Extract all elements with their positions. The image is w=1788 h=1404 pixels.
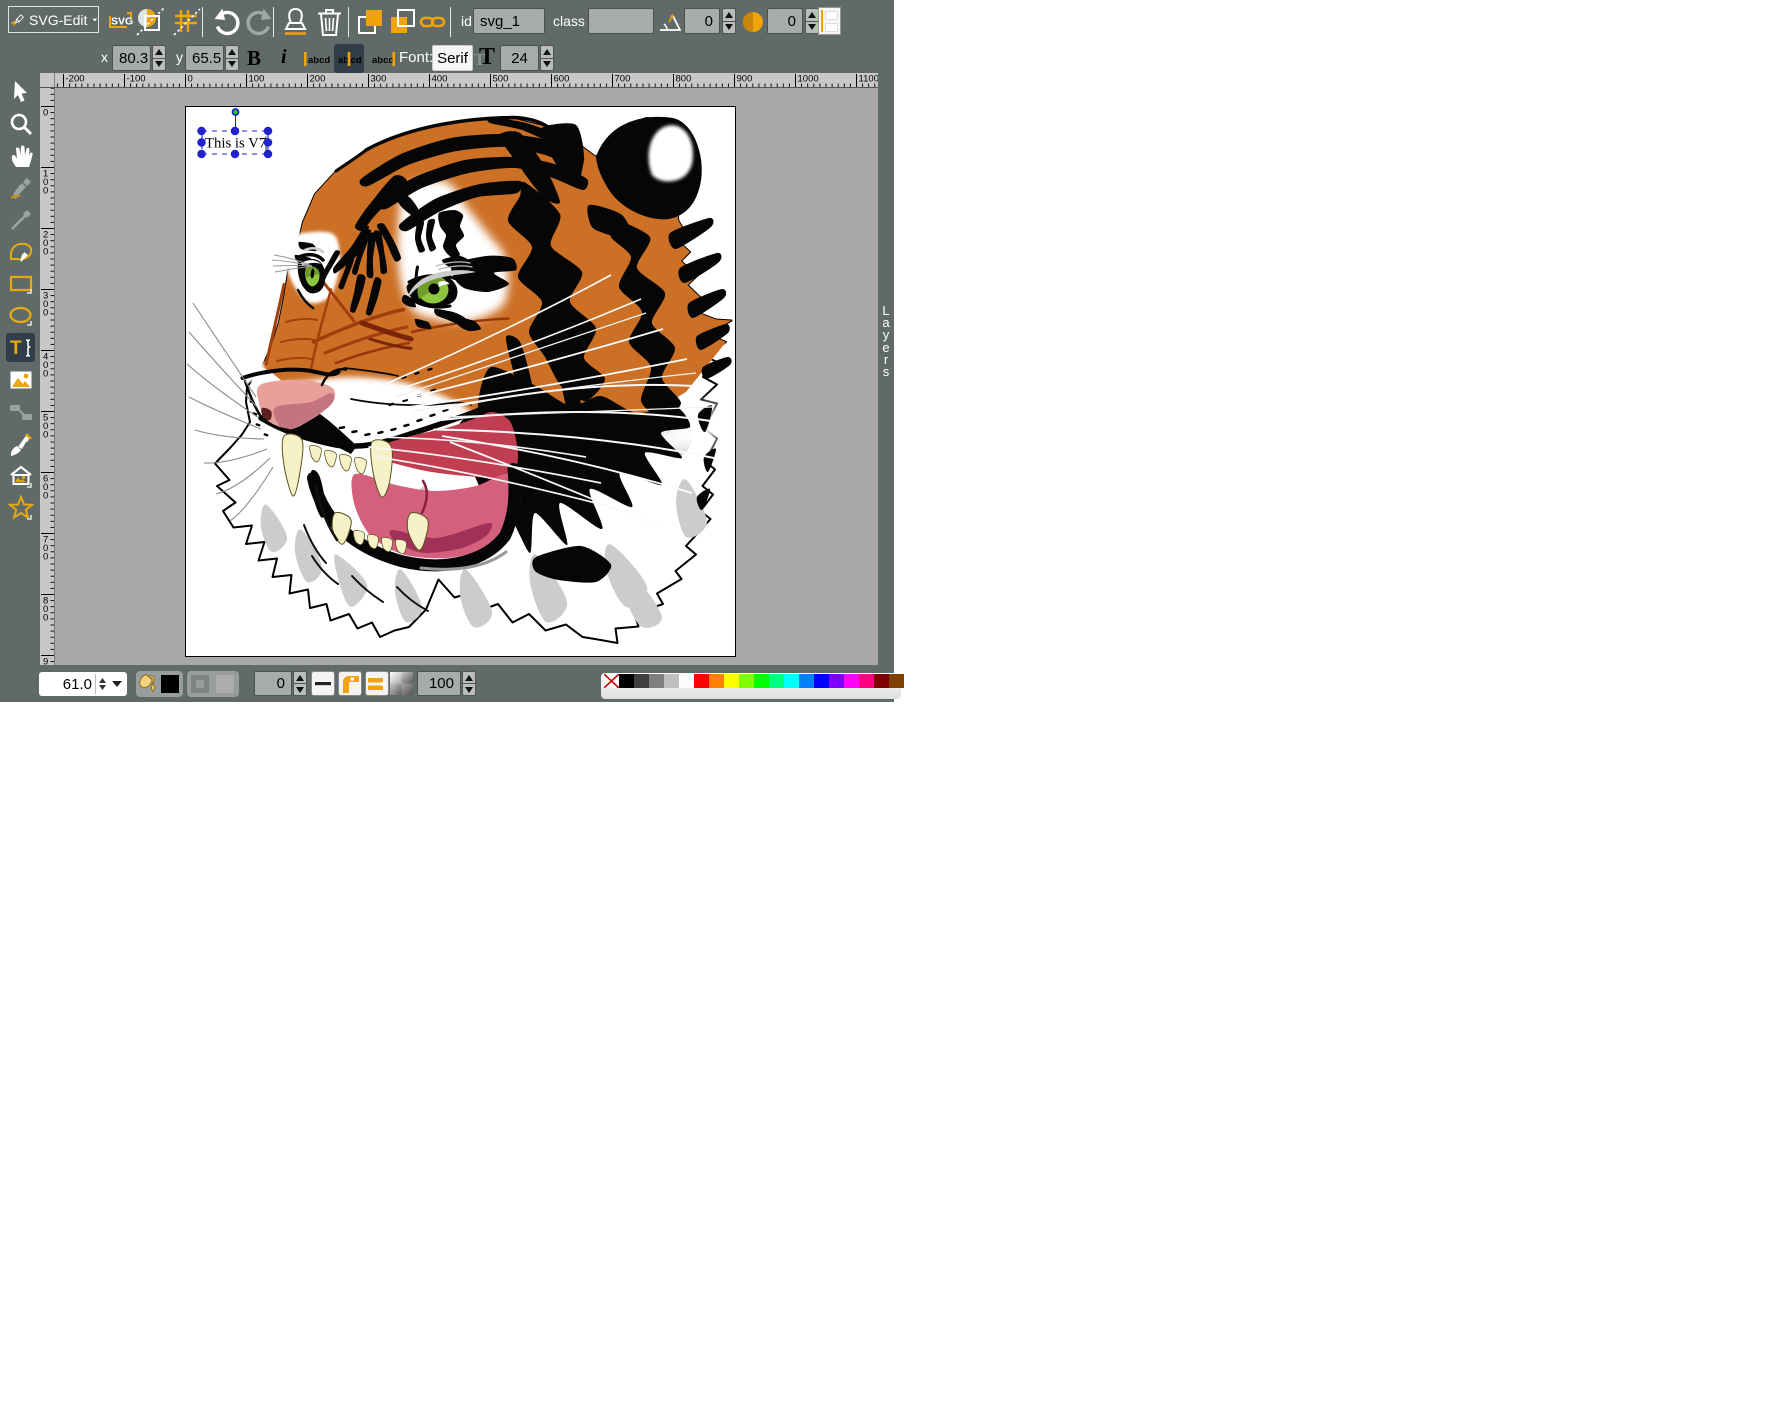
- svg-text:1100: 1100: [859, 74, 879, 85]
- svg-text:400: 400: [432, 74, 448, 85]
- svg-text:0: 0: [43, 247, 48, 258]
- svg-text:SVG: SVG: [111, 16, 133, 28]
- svg-text:0: 0: [43, 552, 48, 563]
- svg-text:0: 0: [43, 369, 48, 380]
- svg-text:1000: 1000: [798, 74, 819, 85]
- svg-text:0: 0: [43, 491, 48, 502]
- svg-text:T: T: [10, 338, 22, 359]
- svg-text:500: 500: [493, 74, 509, 85]
- svg-text:-100: -100: [127, 74, 146, 85]
- svg-text:cd: cd: [351, 55, 362, 66]
- svg-text:0: 0: [43, 308, 48, 319]
- svg-text:This is V7: This is V7: [205, 135, 266, 151]
- svg-text:abcd: abcd: [372, 55, 394, 66]
- svg-text:0: 0: [43, 430, 48, 441]
- svg-text:800: 800: [676, 74, 692, 85]
- svg-text:-200: -200: [66, 74, 85, 85]
- svg-text:0: 0: [188, 74, 193, 85]
- svg-text:ab: ab: [338, 55, 349, 66]
- svg-text:300: 300: [371, 74, 387, 85]
- svg-text:100: 100: [249, 74, 265, 85]
- svg-text:600: 600: [554, 74, 570, 85]
- svg-text:9: 9: [43, 657, 48, 666]
- svg-text:abcd: abcd: [308, 55, 330, 66]
- svg-text:700: 700: [615, 74, 631, 85]
- svg-text:0: 0: [43, 186, 48, 197]
- svg-text:0: 0: [43, 108, 48, 119]
- svg-text:0: 0: [43, 613, 48, 624]
- svg-text:900: 900: [737, 74, 753, 85]
- svg-text:200: 200: [310, 74, 326, 85]
